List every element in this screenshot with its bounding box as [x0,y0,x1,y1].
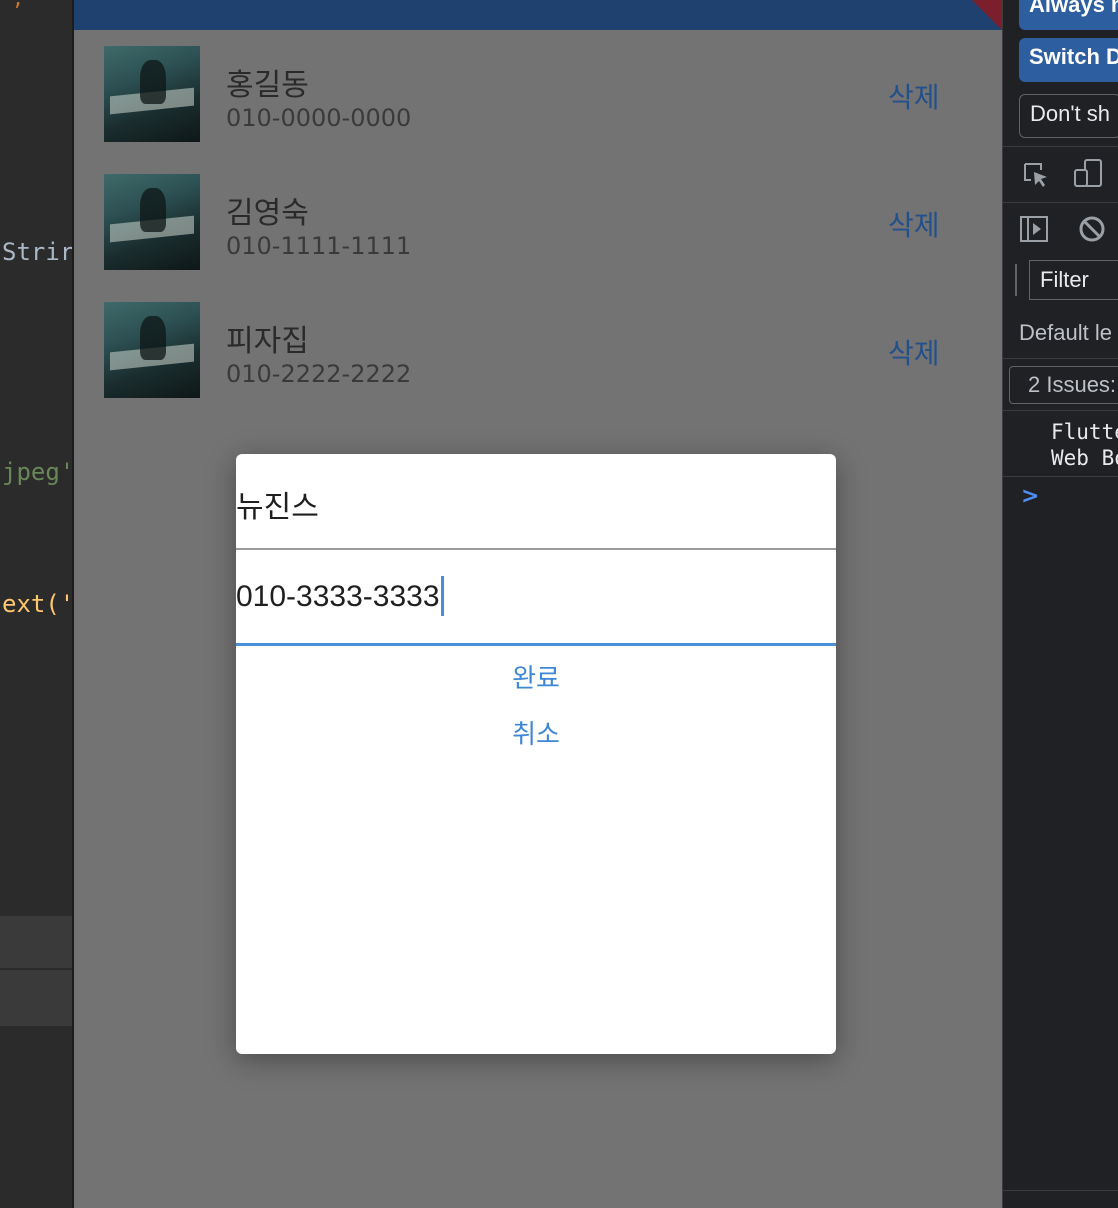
contact-row[interactable]: 홍길동 010-0000-0000 삭제 [74,46,1002,174]
code-fragment-text: ext(' [2,590,72,618]
device-toolbar-icon[interactable] [1073,158,1103,188]
app-bar [74,0,1002,30]
log-levels-dropdown[interactable]: Default le [1019,320,1112,346]
name-field[interactable]: 뉴진스 [236,454,836,550]
issues-button[interactable]: 2 Issues: [1009,366,1118,404]
delete-button[interactable]: 삭제 [888,332,940,372]
contact-name: 피자집 [226,324,309,359]
text-caret [440,576,444,616]
code-editor-strip: , Strir jpeg' ext(' [0,0,72,1208]
console-message: Flutte [1051,420,1118,444]
filter-input[interactable]: Filter [1029,260,1118,300]
sidebar-toggle-icon[interactable] [1019,214,1049,244]
console-message: Web Bo [1051,446,1118,470]
divider [1003,202,1118,203]
phone-field-value: 010-3333-3333 [236,579,440,613]
inspect-element-icon[interactable] [1021,160,1051,190]
name-field-value: 뉴진스 [236,491,319,524]
phone-field[interactable]: 010-3333-3333 [236,550,836,646]
code-fragment-jpeg: jpeg' [2,458,72,486]
contact-thumbnail [104,46,200,142]
dont-show-again-button[interactable]: Don't sh [1019,94,1118,138]
divider [1003,1190,1118,1191]
contact-name: 홍길동 [226,68,309,103]
divider [1003,146,1118,147]
phone-field-value-wrap: 010-3333-3333 [236,576,444,618]
cancel-button[interactable]: 취소 [236,714,836,751]
add-contact-dialog: 뉴진스 010-3333-3333 완료 취소 [236,454,836,1054]
delete-button[interactable]: 삭제 [888,204,940,244]
delete-button[interactable]: 삭제 [888,76,940,116]
contact-thumbnail [104,302,200,398]
divider [1003,476,1118,477]
contact-row[interactable]: 김영숙 010-1111-1111 삭제 [74,174,1002,302]
editor-panel-band [0,916,72,968]
clear-console-icon[interactable] [1077,214,1107,244]
divider [1003,410,1118,411]
devtools-panel: Always m Switch D Don't sh Filter Defaul… [1002,0,1118,1208]
divider [1015,264,1017,296]
contact-row[interactable]: 피자집 010-2222-2222 삭제 [74,302,1002,430]
switch-devtools-button[interactable]: Switch D [1019,38,1118,82]
console-prompt-icon[interactable]: > [1021,484,1039,509]
contact-phone: 010-1111-1111 [226,232,412,260]
done-button[interactable]: 완료 [236,658,836,695]
contact-phone: 010-0000-0000 [226,104,412,132]
divider [1003,358,1118,359]
code-fragment-top: , [12,0,24,10]
contact-thumbnail [104,174,200,270]
contact-name: 김영숙 [226,196,309,231]
editor-panel-band [0,970,72,1026]
code-fragment-string: Strir [2,238,72,266]
always-match-button[interactable]: Always m [1019,0,1118,30]
contact-phone: 010-2222-2222 [226,360,412,388]
debug-banner [972,0,1002,30]
